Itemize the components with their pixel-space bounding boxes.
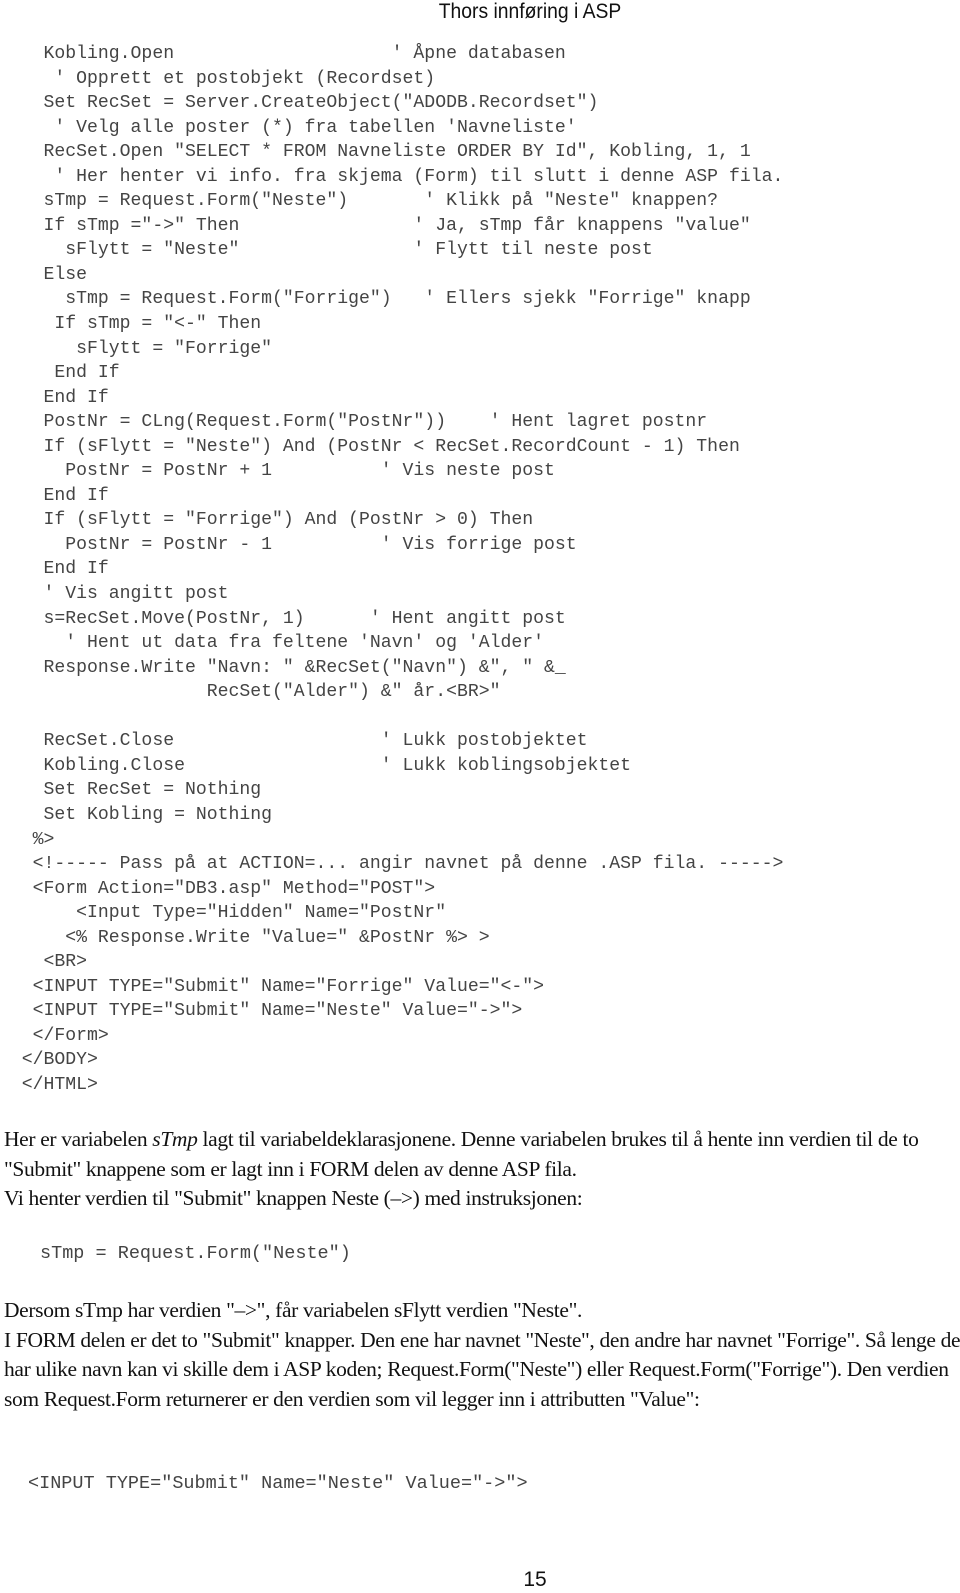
code-line: Response.Write "Navn: " &RecSet("Navn") …	[0, 656, 566, 678]
code-line: End If	[0, 362, 120, 384]
code-line: End If	[0, 484, 109, 506]
code-line: %>	[0, 828, 55, 850]
code-line: RecSet.Close ' Lukk postobjektet	[0, 730, 588, 752]
paragraph-text: Her er variabelen	[4, 1127, 153, 1151]
code-line: <Form Action="DB3.asp" Method="POST">	[0, 877, 436, 899]
code-line: s=RecSet.Move(PostNr, 1) ' Hent angitt p…	[0, 607, 566, 629]
code-line: <Input Type="Hidden" Name="PostNr"	[0, 902, 447, 924]
code-snippet-request-form: sTmp = Request.Form("Neste")	[40, 1243, 351, 1264]
code-line: If (sFlytt = "Neste") And (PostNr < RecS…	[0, 435, 740, 457]
code-line: ' Velg alle poster (*) fra tabellen 'Nav…	[0, 116, 577, 138]
code-block: Kobling.Open ' Åpne databasen ' Opprett …	[0, 42, 784, 1098]
code-line: Else	[0, 263, 88, 285]
code-line: <BR>	[0, 951, 88, 973]
code-line: PostNr = PostNr - 1 ' Vis forrige post	[0, 533, 577, 555]
code-line: End If	[0, 558, 109, 580]
code-line: End If	[0, 386, 109, 408]
paragraph-stmp-value: Dersom sTmp har verdien "–>", får variab…	[4, 1298, 583, 1322]
page-header-title: Thors innføring i ASP	[438, 0, 622, 23]
code-line: Set RecSet = Server.CreateObject("ADODB.…	[0, 92, 599, 114]
code-line: Set Kobling = Nothing	[0, 803, 272, 825]
code-line: <INPUT TYPE="Submit" Name="Forrige" Valu…	[0, 975, 544, 997]
code-line: Kobling.Open ' Åpne databasen	[0, 43, 566, 64]
code-line: If (sFlytt = "Forrige") And (PostNr > 0)…	[0, 509, 534, 531]
code-snippet-input-submit: <INPUT TYPE="Submit" Name="Neste" Value=…	[28, 1473, 528, 1494]
code-line: </BODY>	[0, 1049, 98, 1071]
code-line: </HTML>	[0, 1073, 98, 1095]
code-line: If sTmp ="->" Then ' Ja, sTmp får knappe…	[0, 214, 751, 236]
code-line: sFlytt = "Neste" ' Flytt til neste post	[0, 239, 653, 261]
code-line: ' Opprett et postobjekt (Recordset)	[0, 67, 436, 89]
code-line: ' Hent ut data fra feltene 'Navn' og 'Al…	[0, 632, 544, 654]
code-line: Kobling.Close ' Lukk koblingsobjektet	[0, 754, 632, 776]
code-line: <!----- Pass på at ACTION=... angir navn…	[0, 853, 784, 875]
code-line: sTmp = Request.Form("Neste") ' Klikk på …	[0, 190, 719, 212]
code-line: RecSet("Alder") &" år.<BR>"	[0, 681, 501, 703]
paragraph-neste-intro: Vi henter verdien til "Submit" knappen N…	[4, 1186, 583, 1210]
code-line: ' Vis angitt post	[0, 583, 229, 605]
code-line: ' Her henter vi info. fra skjema (Form) …	[0, 165, 784, 187]
code-line: PostNr = CLng(Request.Form("PostNr")) ' …	[0, 411, 708, 433]
code-line: <INPUT TYPE="Submit" Name="Neste" Value=…	[0, 1000, 523, 1022]
code-line: PostNr = PostNr + 1 ' Vis neste post	[0, 460, 555, 482]
paragraph-form-buttons: I FORM delen er det to "Submit" knapper.…	[4, 1327, 960, 1411]
variable-name-italic: sTmp	[152, 1127, 198, 1151]
code-line: RecSet.Open "SELECT * FROM Navneliste OR…	[0, 141, 751, 163]
page-number: 15	[523, 1568, 547, 1591]
paragraph-explanation: Dersom sTmp har verdien "–>", får variab…	[4, 1296, 960, 1414]
paragraph-stmp-intro: Her er variabelen sTmp lagt til variabel…	[4, 1125, 960, 1214]
code-line: sTmp = Request.Form("Forrige") ' Ellers …	[0, 288, 751, 310]
code-line: </Form>	[0, 1024, 109, 1046]
code-line: If sTmp = "<-" Then	[0, 313, 262, 335]
code-line: sFlytt = "Forrige"	[0, 337, 272, 359]
code-line: <% Response.Write "Value=" &PostNr %> >	[0, 926, 490, 948]
code-line: Set RecSet = Nothing	[0, 779, 262, 801]
